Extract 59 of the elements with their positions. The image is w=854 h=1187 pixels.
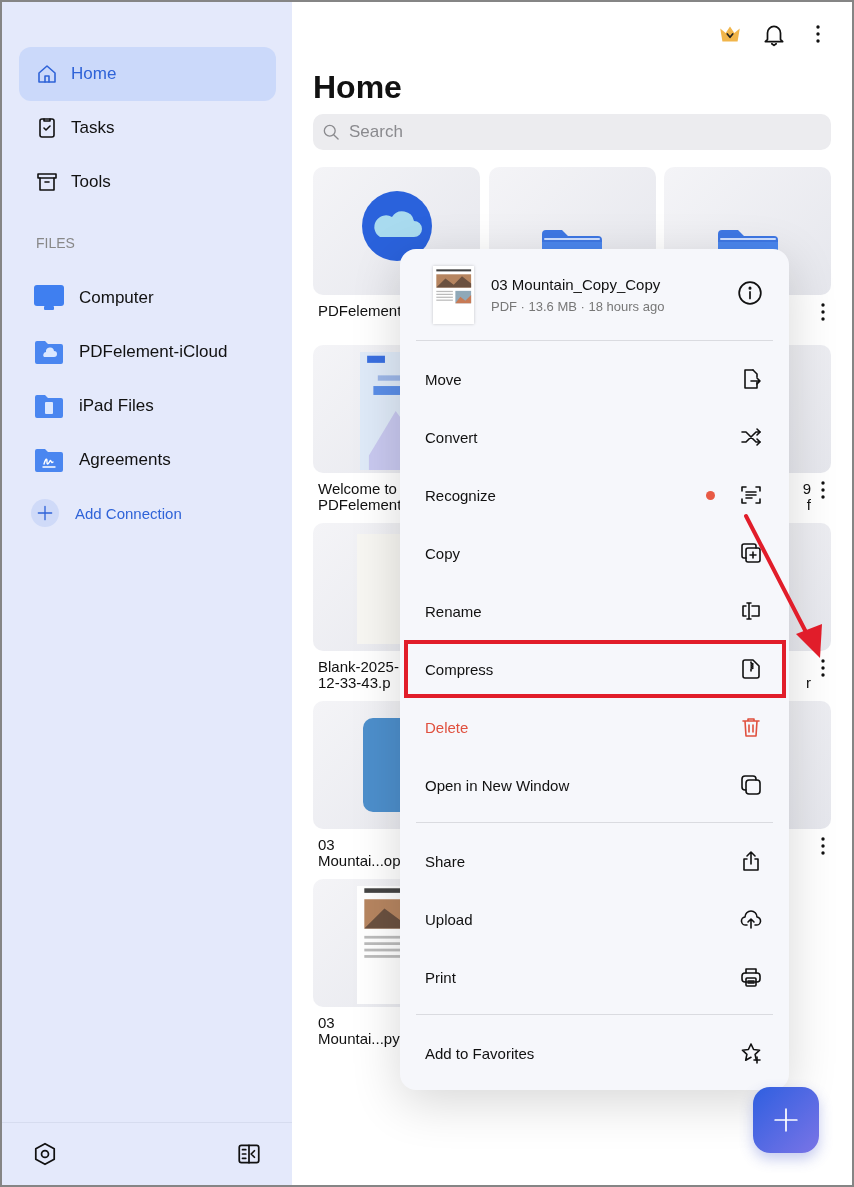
settings-icon[interactable]: [32, 1141, 58, 1167]
trash-icon: [739, 715, 763, 740]
add-connection-link[interactable]: Add Connection: [31, 486, 292, 540]
sidebar-item[interactable]: Tasks: [19, 101, 276, 155]
cloud-badge-icon: [361, 191, 432, 261]
search-field[interactable]: Search: [313, 114, 831, 150]
file-details: PDF · 13.6 MB · 18 hours ago: [491, 298, 666, 314]
file-name: PDFelement: [318, 497, 402, 513]
location-item[interactable]: iPad Files: [33, 379, 292, 433]
file-name: 12-33-43.p: [318, 675, 391, 691]
menu-item[interactable]: Recognize: [400, 466, 789, 525]
file-name: f: [806, 497, 811, 513]
menu-item[interactable]: Convert: [400, 408, 789, 467]
file-name: r: [806, 675, 811, 691]
file-title: 03 Mountain_Copy_Copy: [491, 275, 662, 293]
monitor-icon: [33, 284, 65, 312]
file-name: Mountai...py: [318, 1031, 400, 1047]
file-name: 03: [318, 837, 335, 853]
cloud-upload-icon: [739, 907, 763, 932]
file-name: 03: [318, 1015, 335, 1031]
menu-item[interactable]: Compress: [404, 640, 786, 699]
location-item[interactable]: PDFelement-iCloud: [33, 325, 292, 379]
menu-item[interactable]: Delete: [400, 698, 789, 757]
search-input[interactable]: Search: [347, 121, 651, 143]
windows-icon: [739, 773, 763, 798]
plus-icon: [31, 499, 59, 527]
menu-item[interactable]: Add to Favorites: [400, 1024, 789, 1082]
menu-item[interactable]: Print: [400, 948, 789, 1007]
menu-item[interactable]: Move: [400, 350, 789, 409]
sidebar-toggle-icon[interactable]: [236, 1141, 262, 1167]
file-name: 9: [802, 481, 811, 497]
zip-file-icon: [739, 657, 763, 682]
menu-item[interactable]: Upload: [400, 890, 789, 949]
archive-box-icon: [35, 170, 59, 194]
sidebar-item[interactable]: Home: [19, 47, 276, 101]
cloud-folder-icon: [33, 338, 65, 366]
document-icon: [363, 718, 400, 812]
signature-folder-icon: [33, 446, 65, 474]
search-icon: [321, 122, 341, 142]
menu-item[interactable]: Open in New Window: [400, 756, 789, 815]
star-plus-icon: [739, 1041, 763, 1065]
copy-plus-icon: [739, 541, 763, 566]
file-name: Blank-2025-: [318, 659, 399, 675]
location-item[interactable]: Computer: [33, 271, 292, 325]
menu-item[interactable]: Rename: [400, 582, 789, 641]
file-name: Mountai...op: [318, 853, 401, 869]
menu-item[interactable]: Copy: [400, 524, 789, 583]
file-name: Welcome to: [318, 481, 397, 497]
sidebar-item[interactable]: Tools: [19, 155, 276, 209]
section-heading: FILES: [36, 235, 76, 253]
file-name: PDFelement: [318, 303, 402, 319]
location-item[interactable]: Agreements: [33, 433, 292, 487]
home-icon: [35, 62, 59, 86]
page-title: Home: [313, 68, 403, 106]
tablet-folder-icon: [33, 392, 65, 420]
menu-item[interactable]: Share: [400, 832, 789, 891]
printer-icon: [739, 965, 763, 990]
add-button[interactable]: [753, 1087, 819, 1153]
plus-icon: [773, 1107, 799, 1133]
